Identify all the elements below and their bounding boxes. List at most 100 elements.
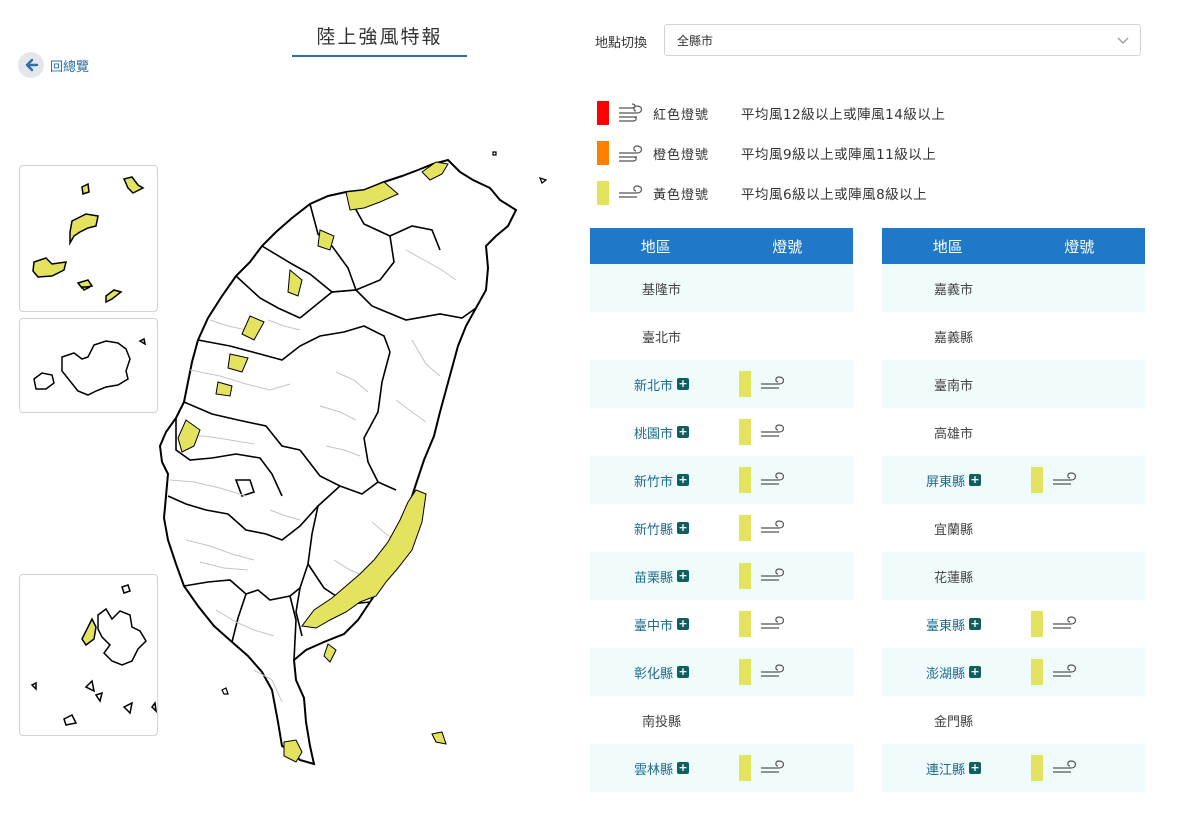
area-cell[interactable]: 苗栗縣 + bbox=[590, 567, 733, 586]
area-cell[interactable]: 雲林縣 + bbox=[590, 759, 733, 778]
expand-plus-icon[interactable]: + bbox=[677, 762, 689, 774]
back-to-overview-link[interactable]: 回總覽 bbox=[18, 52, 89, 78]
yellow-signal-bar bbox=[739, 515, 751, 541]
table-row: 基隆市 bbox=[590, 264, 853, 312]
yellow-signal-bar bbox=[1031, 659, 1043, 685]
area-cell: 臺南市 bbox=[882, 375, 1025, 394]
yellow-signal-bar bbox=[739, 563, 751, 589]
taiwan-main-map[interactable] bbox=[150, 150, 550, 779]
wind-light-icon bbox=[1051, 758, 1079, 778]
area-cell[interactable]: 新北市 + bbox=[590, 375, 733, 394]
area-name: 臺南市 bbox=[933, 378, 973, 394]
expand-plus-icon[interactable]: + bbox=[677, 666, 689, 678]
area-name: 臺北市 bbox=[641, 330, 681, 346]
area-name: 嘉義市 bbox=[933, 282, 973, 298]
yellow-signal-bar bbox=[739, 371, 751, 397]
table-row: 新北市 + bbox=[590, 360, 853, 408]
legend-row: 黃色燈號 平均風6級以上或陣風8級以上 bbox=[597, 173, 945, 213]
area-cell[interactable]: 連江縣 + bbox=[882, 759, 1025, 778]
legend-row: 橙色燈號 平均風9級以上或陣風11級以上 bbox=[597, 133, 945, 173]
area-name: 金門縣 bbox=[933, 714, 973, 730]
area-cell[interactable]: 臺東縣 + bbox=[882, 615, 1025, 634]
legend-desc: 平均風6級以上或陣風8級以上 bbox=[741, 187, 928, 203]
yellow-signal-bar bbox=[1031, 611, 1043, 637]
area-name: 新竹縣 bbox=[633, 522, 673, 538]
table-row: 南投縣 bbox=[590, 696, 853, 744]
area-name: 嘉義縣 bbox=[933, 330, 973, 346]
expand-plus-icon[interactable]: + bbox=[969, 762, 981, 774]
inset-map-matsu[interactable] bbox=[19, 165, 158, 312]
area-cell[interactable]: 屏東縣 + bbox=[882, 471, 1025, 490]
area-cell: 高雄市 bbox=[882, 423, 1025, 442]
expand-plus-icon[interactable]: + bbox=[677, 378, 689, 390]
back-label: 回總覽 bbox=[50, 59, 90, 75]
location-selected-value: 全縣市 bbox=[677, 33, 714, 48]
wind-light-icon bbox=[759, 518, 787, 538]
legend-swatch bbox=[597, 181, 609, 205]
table-row: 花蓮縣 bbox=[882, 552, 1145, 600]
expand-plus-icon[interactable]: + bbox=[677, 426, 689, 438]
wind-light-icon bbox=[617, 183, 645, 203]
expand-plus-icon[interactable]: + bbox=[677, 474, 689, 486]
yellow-signal-bar bbox=[1031, 467, 1043, 493]
header-signal: 燈號 bbox=[772, 237, 803, 256]
header-signal: 燈號 bbox=[1064, 237, 1095, 256]
penghu-islands-map bbox=[30, 584, 158, 726]
back-arrow-icon bbox=[18, 52, 44, 78]
wind-light-icon bbox=[1051, 614, 1079, 634]
area-cell[interactable]: 澎湖縣 + bbox=[882, 663, 1025, 682]
signal-legend: 紅色燈號 平均風12級以上或陣風14級以上 橙色燈號 平均風9級以上或陣風11級以上黃… bbox=[597, 93, 945, 213]
wind-light-icon bbox=[1051, 470, 1079, 490]
wind-light-icon bbox=[759, 614, 787, 634]
expand-plus-icon[interactable]: + bbox=[677, 522, 689, 534]
signal-cell bbox=[733, 659, 853, 685]
location-select[interactable]: 全縣市 bbox=[664, 24, 1141, 56]
expand-plus-icon[interactable]: + bbox=[969, 474, 981, 486]
area-name: 新竹市 bbox=[633, 474, 673, 490]
table-row: 臺南市 bbox=[882, 360, 1145, 408]
area-cell[interactable]: 新竹縣 + bbox=[590, 519, 733, 538]
wind-light-icon bbox=[759, 470, 787, 490]
expand-plus-icon[interactable]: + bbox=[677, 618, 689, 630]
expand-plus-icon[interactable]: + bbox=[677, 570, 689, 582]
area-name: 澎湖縣 bbox=[925, 666, 965, 682]
left-area-table: 地區 燈號 基隆市 臺北市 新北市 + 桃園市 + 新竹市 + 新竹縣 + 苗栗縣 + 臺中市 + 彰化縣 +… bbox=[590, 228, 853, 792]
signal-cell bbox=[1025, 659, 1145, 685]
yellow-signal-bar bbox=[739, 659, 751, 685]
chevron-down-icon bbox=[1116, 33, 1130, 50]
inset-map-kinmen[interactable] bbox=[19, 318, 158, 413]
expand-plus-icon[interactable]: + bbox=[969, 666, 981, 678]
table-row: 金門縣 bbox=[882, 696, 1145, 744]
table-row: 臺中市 + bbox=[590, 600, 853, 648]
right-area-table: 地區 燈號 嘉義市嘉義縣臺南市高雄市屏東縣 + 宜蘭縣 花蓮縣臺東縣 + 澎湖縣 + 金門縣連… bbox=[882, 228, 1145, 792]
area-name: 南投縣 bbox=[641, 714, 681, 730]
page-title: 陸上強風特報 bbox=[292, 22, 467, 57]
area-cell: 臺北市 bbox=[590, 327, 733, 346]
wind-light-icon bbox=[759, 758, 787, 778]
area-cell[interactable]: 臺中市 + bbox=[590, 615, 733, 634]
area-cell[interactable]: 彰化縣 + bbox=[590, 663, 733, 682]
area-name: 高雄市 bbox=[933, 426, 973, 442]
kinmen-island-map bbox=[33, 337, 147, 396]
area-cell[interactable]: 桃園市 + bbox=[590, 423, 733, 442]
area-name: 雲林縣 bbox=[633, 762, 673, 778]
area-name: 桃園市 bbox=[633, 426, 673, 442]
table-header: 地區 燈號 bbox=[882, 228, 1145, 264]
location-label: 地點切換 bbox=[595, 36, 648, 51]
table-row: 宜蘭縣 bbox=[882, 504, 1145, 552]
area-name: 連江縣 bbox=[925, 762, 965, 778]
area-cell[interactable]: 新竹市 + bbox=[590, 471, 733, 490]
legend-desc: 平均風12級以上或陣風14級以上 bbox=[741, 107, 946, 123]
wind-light-icon bbox=[759, 566, 787, 586]
signal-cell bbox=[733, 371, 853, 397]
legend-name: 黃色燈號 bbox=[653, 187, 710, 203]
table-header: 地區 燈號 bbox=[590, 228, 853, 264]
signal-cell bbox=[1025, 467, 1145, 493]
expand-plus-icon[interactable]: + bbox=[969, 618, 981, 630]
area-cell: 南投縣 bbox=[590, 711, 733, 730]
wind-light-icon bbox=[759, 374, 787, 394]
matsu-islands-map bbox=[32, 176, 145, 304]
inset-map-penghu[interactable] bbox=[19, 574, 158, 736]
legend-swatch bbox=[597, 101, 609, 125]
area-name: 彰化縣 bbox=[633, 666, 673, 682]
